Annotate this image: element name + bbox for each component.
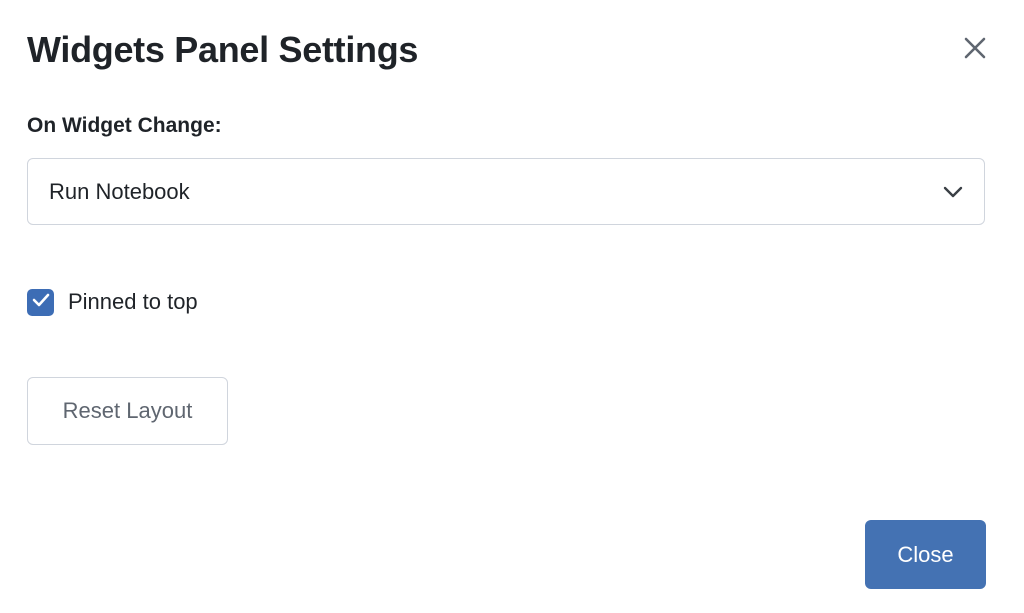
chevron-down-icon: [942, 185, 964, 199]
reset-layout-button[interactable]: Reset Layout: [27, 377, 228, 445]
close-icon: [963, 36, 987, 63]
dialog-title: Widgets Panel Settings: [27, 29, 419, 70]
dialog-close-button[interactable]: [958, 32, 992, 66]
settings-dialog: Widgets Panel Settings On Widget Change:…: [0, 0, 1024, 613]
pinned-to-top-option[interactable]: Pinned to top: [27, 287, 198, 317]
pinned-to-top-checkbox[interactable]: [27, 288, 54, 316]
on-widget-change-select[interactable]: Run Notebook: [27, 158, 985, 225]
on-widget-change-label: On Widget Change:: [27, 114, 222, 137]
close-button[interactable]: Close: [865, 520, 986, 589]
pinned-to-top-label: Pinned to top: [68, 289, 198, 314]
select-value: Run Notebook: [49, 178, 190, 204]
check-icon: [32, 293, 50, 312]
